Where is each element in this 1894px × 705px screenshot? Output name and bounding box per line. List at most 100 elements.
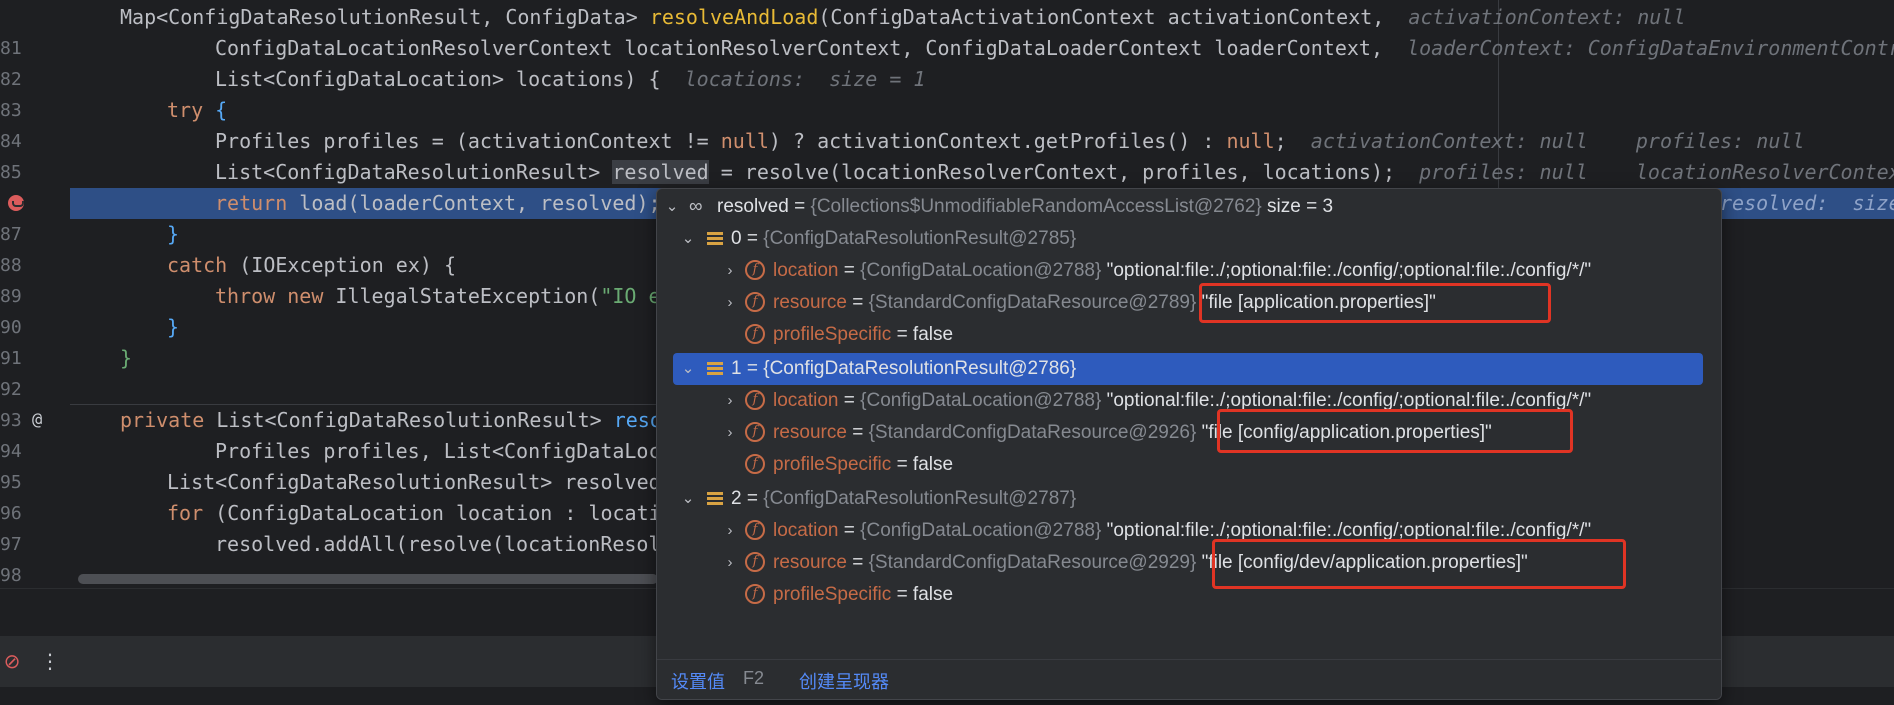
item-index: 2 <box>731 488 742 509</box>
chevron-right-icon[interactable]: › <box>721 547 739 579</box>
line-number: 94 <box>0 441 22 462</box>
code-text: ConfigDataLocationResolverContext locati… <box>215 36 1383 60</box>
field-value: = false <box>896 324 954 345</box>
code-line[interactable]: 83 try { <box>0 95 1894 126</box>
line-number: 95 <box>0 472 22 493</box>
equals-sign: = <box>838 390 861 411</box>
method-name: resolveAndLoad <box>649 5 819 29</box>
chevron-down-icon[interactable]: ⌄ <box>679 223 697 255</box>
line-number: 82 <box>0 69 22 90</box>
equals-sign: = <box>846 552 869 573</box>
tree-row-item[interactable]: ⌄ 2 = {ConfigDataResolutionResult@2787} <box>657 483 1721 515</box>
item-type: {ConfigDataResolutionResult@2785} <box>763 228 1077 249</box>
watch-icon: ∞ <box>689 196 703 217</box>
mute-breakpoints-icon[interactable]: ⊘ <box>0 649 24 673</box>
keyword: for <box>167 501 204 525</box>
code-text: } <box>167 222 180 246</box>
selected-variable[interactable]: resolved <box>612 160 709 184</box>
line-number: 96 <box>0 503 22 524</box>
field-icon: f <box>745 260 765 280</box>
chevron-right-icon[interactable]: › <box>721 385 739 417</box>
inline-hint: profiles: null locationResolverContext <box>1419 160 1894 184</box>
line-number: 85 <box>0 162 22 183</box>
inline-hint: resolved: size <box>1720 191 1894 215</box>
code-text: Profiles profiles, List<ConfigDataLoc <box>215 439 661 463</box>
breakpoint-gutter[interactable] <box>0 188 60 219</box>
line-number: 93 <box>0 410 22 431</box>
code-text: resolved.addAll(resolve(locationResol <box>215 532 661 556</box>
code-text: List<ConfigDataResolutionResult> <box>204 408 614 432</box>
chevron-down-icon[interactable]: ⌄ <box>679 353 697 385</box>
inline-hint: locations: size = 1 <box>684 67 926 91</box>
create-renderer-link[interactable]: 创建呈现器 <box>799 668 889 694</box>
popup-footer: 设置值 F2 创建呈现器 <box>657 659 1721 699</box>
equals-sign: = <box>838 260 861 281</box>
code-text: = resolve(locationResolverContext, profi… <box>708 160 1396 184</box>
field-value: = false <box>896 454 954 475</box>
annotation-highlight-box <box>1199 283 1551 323</box>
more-options-icon[interactable]: ⋮ <box>38 649 62 673</box>
equals-sign: = <box>846 292 869 313</box>
chevron-down-icon[interactable]: ⌄ <box>679 483 697 515</box>
tree-row-item-selected[interactable]: ⌄ 1 = {ConfigDataResolutionResult@2786} <box>673 353 1703 385</box>
keyword: throw new <box>215 284 324 308</box>
tree-row-field[interactable]: › f resource = {StandardConfigDataResour… <box>657 287 1721 319</box>
variable-type: {Collections$UnmodifiableRandomAccessLis… <box>810 196 1262 217</box>
debug-value-popup[interactable]: ⌄ ∞ resolved = {Collections$Unmodifiable… <box>656 188 1722 700</box>
code-text: { <box>203 98 228 122</box>
variable-size: size = 3 <box>1267 196 1334 217</box>
chevron-right-icon[interactable]: › <box>721 287 739 319</box>
field-icon: f <box>745 454 765 474</box>
list-element-icon <box>707 232 723 246</box>
breakpoint-icon[interactable] <box>8 195 24 211</box>
code-line[interactable]: Map<ConfigDataResolutionResult, ConfigDa… <box>0 2 1894 33</box>
tree-row-item[interactable]: ⌄ 0 = {ConfigDataResolutionResult@2785} <box>657 223 1721 255</box>
equals-sign: = <box>846 422 869 443</box>
code-text: ; <box>1274 129 1287 153</box>
chevron-right-icon[interactable]: › <box>721 515 739 547</box>
keyword: return <box>215 191 288 215</box>
item-index: 1 <box>731 358 742 379</box>
field-name: location <box>773 390 839 411</box>
list-element-icon <box>707 362 723 376</box>
code-text: } <box>120 346 133 370</box>
inline-hint: activationContext: null <box>1408 5 1686 29</box>
code-line[interactable]: 82 List<ConfigDataLocation> locations) {… <box>0 64 1894 95</box>
code-line[interactable]: 85 List<ConfigDataResolutionResult> reso… <box>0 157 1894 188</box>
tree-row-field[interactable]: › f location = {ConfigDataLocation@2788}… <box>657 255 1721 287</box>
tree-row-field[interactable]: f profileSpecific = false <box>657 449 1721 481</box>
string-literal: "IO e <box>600 284 661 308</box>
field-icon: f <box>745 422 765 442</box>
chevron-right-icon[interactable]: › <box>721 255 739 287</box>
field-icon: f <box>745 520 765 540</box>
line-number: 84 <box>0 131 22 152</box>
code-text: List<ConfigDataResolutionResult> resolve… <box>167 470 661 494</box>
keyword: catch <box>167 253 228 277</box>
set-value-link[interactable]: 设置值 <box>671 668 725 694</box>
equals-sign: = <box>741 358 764 379</box>
equals-sign: = <box>741 228 764 249</box>
keyword: null <box>720 129 769 153</box>
field-type: {ConfigDataLocation@2788} <box>860 260 1102 281</box>
tree-row-field[interactable]: f profileSpecific = false <box>657 319 1721 351</box>
field-value: = false <box>896 584 954 605</box>
tree-row-root[interactable]: ⌄ ∞ resolved = {Collections$Unmodifiable… <box>657 191 1721 223</box>
code-text: Map<ConfigDataResolutionResult, ConfigDa… <box>120 5 650 29</box>
annotation-highlight-box <box>1217 409 1573 453</box>
code-text: List<ConfigDataLocation> locations) { <box>215 67 661 91</box>
chevron-down-icon[interactable]: ⌄ <box>663 191 681 223</box>
method-name: reso <box>613 408 662 432</box>
code-line[interactable]: 81 ConfigDataLocationResolverContext loc… <box>0 33 1894 64</box>
chevron-right-icon[interactable]: › <box>721 417 739 449</box>
horizontal-scrollbar[interactable] <box>78 574 658 584</box>
field-name: profileSpecific <box>773 584 892 605</box>
code-text: } <box>167 315 180 339</box>
line-number: 88 <box>0 255 22 276</box>
line-number: 98 <box>0 565 22 586</box>
keyword: try <box>167 98 204 122</box>
inline-hint: loaderContext: ConfigDataEnvironmentCont… <box>1407 36 1894 60</box>
field-type: {ConfigDataLocation@2788} <box>860 390 1102 411</box>
code-line[interactable]: 84 Profiles profiles = (activationContex… <box>0 126 1894 157</box>
override-marker[interactable]: @ <box>32 405 52 436</box>
line-number: 91 <box>0 348 22 369</box>
